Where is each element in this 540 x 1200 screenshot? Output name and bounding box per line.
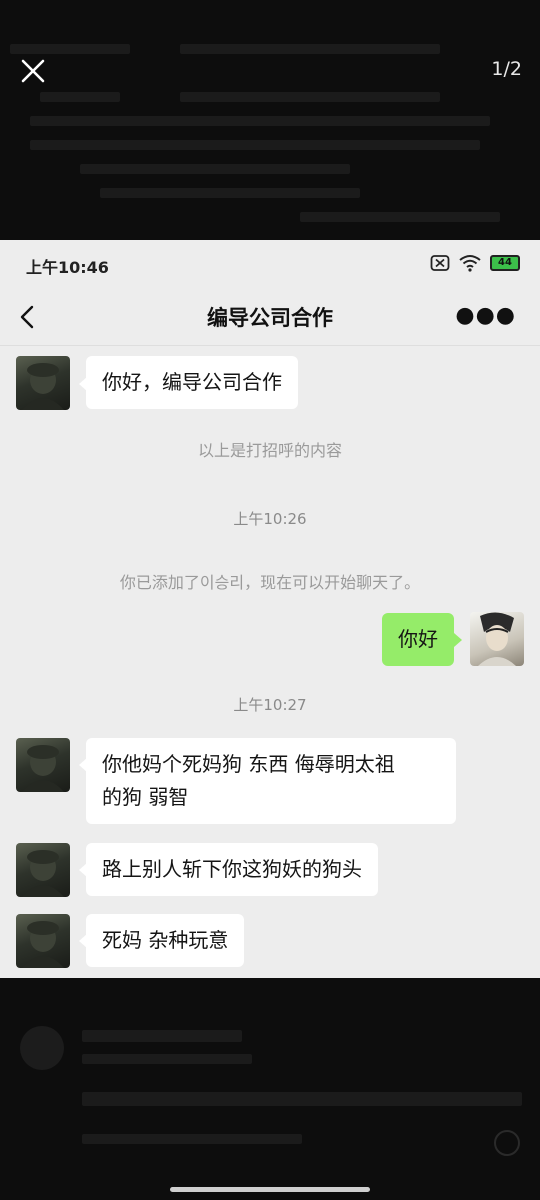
blurred-comment-icon [494,1130,520,1156]
my-avatar[interactable] [470,612,524,666]
blurred-text-line [180,92,440,102]
battery-indicator: 44 [490,255,520,271]
contact-avatar[interactable] [16,356,70,410]
page-indicator: 1/2 [491,58,522,80]
message-line: 的狗 弱智 [102,785,189,809]
status-time: 上午10:46 [26,258,109,277]
blurred-text-line [100,188,360,198]
timestamp: 上午10:26 [233,510,307,528]
my-message-bubble[interactable]: 你好 [382,613,454,666]
blurred-text-line [180,44,440,54]
timestamp: 上午10:27 [233,696,307,714]
blurred-text-line [300,212,500,222]
system-notice: 以上是打招呼的内容 [197,441,342,460]
message-bubble[interactable]: 死妈 杂种玩意 [86,914,245,967]
blurred-text-line [82,1134,302,1144]
contact-avatar[interactable] [16,738,70,792]
contact-avatar-image [22,850,64,897]
message-bubble[interactable]: 你好，编导公司合作 [86,356,298,409]
blurred-text-line [10,44,130,54]
my-avatar-image [478,612,516,666]
message-line: 你他妈个死妈狗 东西 侮辱明太祖 [102,752,395,776]
message-bubble[interactable]: 路上别人斩下你这狗妖的狗头 [86,843,378,896]
viewer-bottom-background [0,978,540,1200]
blurred-text-line [40,92,120,102]
blurred-text-line [82,1092,522,1106]
blurred-text-line [82,1030,242,1042]
bubble-tail [454,633,462,647]
blurred-text-line [30,140,480,150]
contact-avatar[interactable] [16,843,70,897]
close-icon[interactable] [18,56,48,86]
status-bar: 上午10:46 44 [0,240,540,288]
contact-avatar-image [22,745,64,792]
contact-avatar[interactable] [16,914,70,968]
viewer-top-background: 1/2 [0,0,540,240]
blurred-text-line [80,164,350,174]
home-indicator[interactable] [170,1187,370,1192]
chat-screenshot: 上午10:46 44 编导公司合作 ●●● 你好，编导公司合作 以上是打招呼的内… [0,240,540,978]
blurred-avatar [20,1026,64,1070]
wifi-icon [459,255,481,272]
more-dots-icon[interactable]: ●●● [455,303,516,328]
system-notice: 你已添加了이승리，现在可以开始聊天了。 [119,573,421,592]
contact-avatar-image [22,363,64,410]
blurred-text-line [30,116,490,126]
contact-avatar-image [22,921,64,968]
chat-header: 编导公司合作 ●●● [0,288,540,346]
message-bubble[interactable]: 你他妈个死妈狗 东西 侮辱明太祖 的狗 弱智 [86,738,456,824]
status-icons: 44 [430,254,520,272]
blurred-text-line [82,1054,252,1064]
no-sim-icon [430,255,450,271]
